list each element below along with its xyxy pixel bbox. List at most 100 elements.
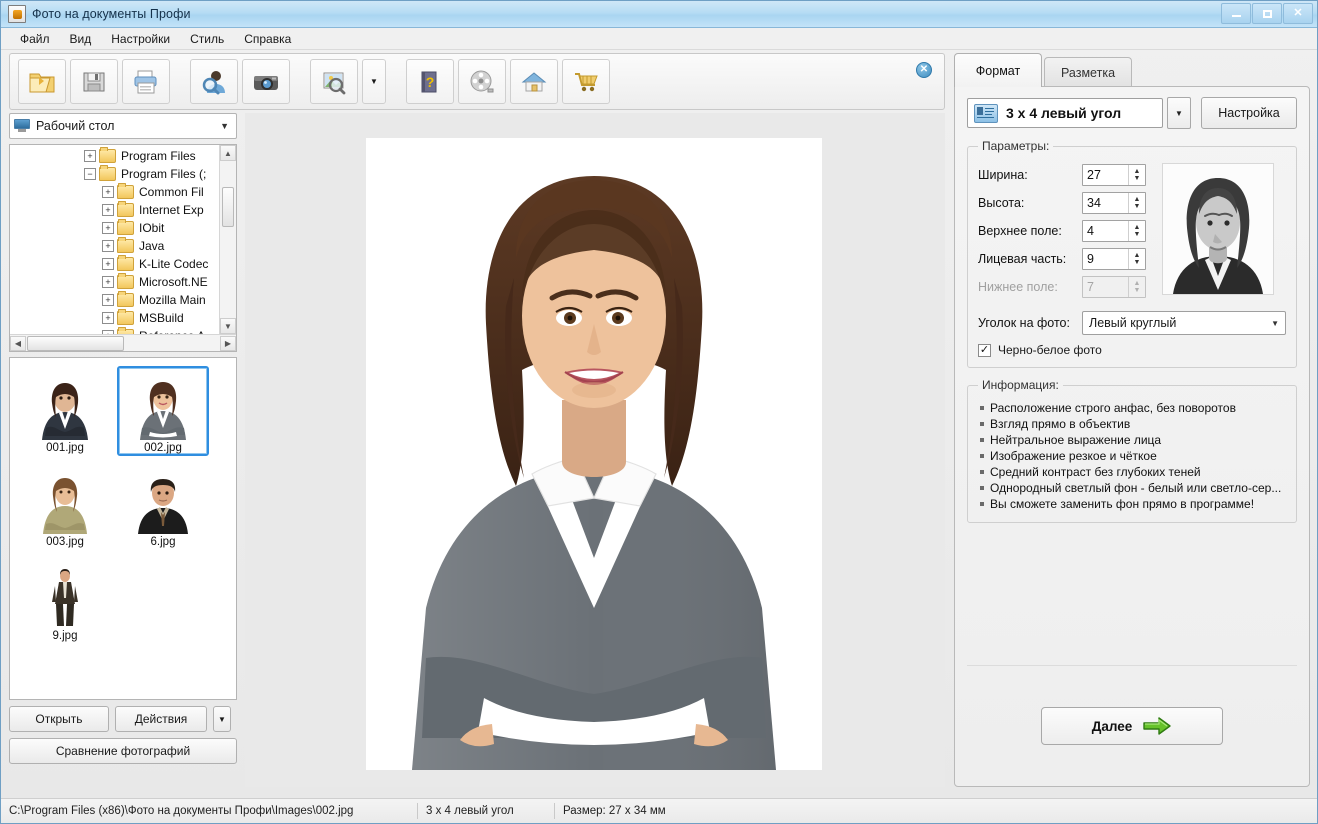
spinner-arrows[interactable]: ▲▼ (1128, 221, 1145, 241)
parameter-label: Верхнее поле: (978, 224, 1082, 238)
scroll-down-arrow-icon[interactable]: ▼ (220, 318, 236, 334)
parameter-label: Высота: (978, 196, 1082, 210)
scroll-right-arrow-icon[interactable]: ▶ (220, 336, 236, 351)
expand-toggle-icon[interactable]: + (102, 294, 114, 306)
close-icon[interactable]: ✕ (916, 62, 932, 78)
spinner-down-icon[interactable]: ▼ (1134, 260, 1141, 266)
tree-item[interactable]: +Java (10, 237, 219, 255)
menu-view[interactable]: Вид (61, 30, 101, 48)
spinner-arrows[interactable]: ▲▼ (1128, 249, 1145, 269)
home-icon[interactable] (510, 59, 558, 104)
information-item: Изображение резкое и чёткое (978, 448, 1286, 464)
expand-toggle-icon[interactable]: + (102, 222, 114, 234)
expand-toggle-icon[interactable]: + (102, 240, 114, 252)
person-search-icon[interactable] (190, 59, 238, 104)
save-floppy-icon[interactable] (70, 59, 118, 104)
format-combobox[interactable]: 3 x 4 левый угол (967, 98, 1163, 128)
image-zoom-dropdown-caret[interactable]: ▼ (362, 59, 386, 104)
minimize-button[interactable] (1221, 3, 1251, 24)
expand-toggle-icon[interactable]: + (102, 204, 114, 216)
tree-indent (10, 237, 102, 255)
bw-checkbox[interactable]: ✓ (978, 344, 991, 357)
actions-button[interactable]: Действия (115, 706, 207, 732)
corner-combobox[interactable]: Левый круглый ▼ (1082, 311, 1286, 335)
open-button[interactable]: Открыть (9, 706, 109, 732)
expand-toggle-icon[interactable]: + (102, 258, 114, 270)
thumbnail-item[interactable]: 9.jpg (19, 554, 111, 644)
spinner-up-icon[interactable]: ▲ (1134, 225, 1141, 231)
tree-indent (10, 255, 102, 273)
format-dropdown-caret[interactable]: ▼ (1167, 97, 1191, 129)
tree-item[interactable]: −Program Files (; (10, 165, 219, 183)
parameter-spinner[interactable]: 34▲▼ (1082, 192, 1146, 214)
expand-toggle-icon[interactable]: + (102, 276, 114, 288)
print-icon[interactable] (122, 59, 170, 104)
next-button[interactable]: Далее (1041, 707, 1223, 745)
parameter-value[interactable]: 9 (1083, 249, 1128, 269)
parameter-value[interactable]: 4 (1083, 221, 1128, 241)
thumbnail-item[interactable]: 6.jpg (117, 460, 209, 550)
menu-help[interactable]: Справка (235, 30, 300, 48)
next-button-area: Далее (967, 665, 1297, 786)
window-controls: ✕ (1221, 3, 1313, 24)
bw-checkbox-row[interactable]: ✓ Черно-белое фото (978, 343, 1286, 357)
expand-toggle-icon[interactable]: + (84, 150, 96, 162)
compare-photos-button[interactable]: Сравнение фотографий (9, 738, 237, 764)
spinner-arrows[interactable]: ▲▼ (1128, 193, 1145, 213)
close-button[interactable]: ✕ (1283, 3, 1313, 24)
actions-dropdown-caret[interactable]: ▼ (213, 706, 231, 732)
tree-vertical-scrollbar[interactable]: ▲ ▼ (219, 145, 236, 351)
folder-tree[interactable]: +Program Files−Program Files (;+Common F… (9, 144, 237, 352)
thumbnail-item[interactable]: 003.jpg (19, 460, 111, 550)
main-photo[interactable] (366, 138, 822, 770)
tree-item[interactable]: +MSBuild (10, 309, 219, 327)
help-book-icon[interactable]: ? (406, 59, 454, 104)
spinner-down-icon[interactable]: ▼ (1134, 232, 1141, 238)
tree-item[interactable]: +Mozilla Main (10, 291, 219, 309)
tree-item[interactable]: +Microsoft.NE (10, 273, 219, 291)
tree-item[interactable]: +Internet Exp (10, 201, 219, 219)
tree-item[interactable]: +Common Fil (10, 183, 219, 201)
menu-settings[interactable]: Настройки (102, 30, 179, 48)
hscroll-thumb[interactable] (27, 336, 124, 351)
expand-toggle-icon[interactable]: + (102, 312, 114, 324)
tab-layout[interactable]: Разметка (1044, 57, 1132, 87)
scroll-left-arrow-icon[interactable]: ◀ (10, 336, 26, 351)
thumbnail-item[interactable]: 002.jpg (117, 366, 209, 456)
open-folder-icon[interactable] (18, 59, 66, 104)
tree-item[interactable]: +K-Lite Codec (10, 255, 219, 273)
tab-format[interactable]: Формат (954, 53, 1042, 87)
spinner-up-icon[interactable]: ▲ (1134, 169, 1141, 175)
camera-icon[interactable] (242, 59, 290, 104)
parameter-spinner[interactable]: 27▲▼ (1082, 164, 1146, 186)
scroll-thumb[interactable] (222, 187, 234, 227)
tree-indent (10, 219, 102, 237)
image-zoom-icon[interactable] (310, 59, 358, 104)
location-combobox[interactable]: Рабочий стол ▼ (9, 113, 237, 139)
tree-horizontal-scrollbar[interactable]: ◀ ▶ (10, 334, 236, 351)
setup-button[interactable]: Настройка (1201, 97, 1297, 129)
parameter-spinner[interactable]: 9▲▼ (1082, 248, 1146, 270)
maximize-button[interactable] (1252, 3, 1282, 24)
thumbnail-item[interactable]: 001.jpg (19, 366, 111, 456)
parameter-value[interactable]: 34 (1083, 193, 1128, 213)
parameter-value[interactable]: 27 (1083, 165, 1128, 185)
spinner-down-icon[interactable]: ▼ (1134, 204, 1141, 210)
information-item: Средний контраст без глубоких теней (978, 464, 1286, 480)
menu-style[interactable]: Стиль (181, 30, 233, 48)
menu-file[interactable]: Файл (11, 30, 59, 48)
tree-item[interactable]: +Program Files (10, 147, 219, 165)
cart-icon[interactable] (562, 59, 610, 104)
thumbnail-filename: 9.jpg (53, 630, 78, 642)
tree-item[interactable]: +IObit (10, 219, 219, 237)
corner-label: Уголок на фото: (978, 316, 1082, 330)
parameter-spinner[interactable]: 4▲▼ (1082, 220, 1146, 242)
scroll-up-arrow-icon[interactable]: ▲ (220, 145, 236, 161)
spinner-up-icon[interactable]: ▲ (1134, 253, 1141, 259)
film-reel-icon[interactable] (458, 59, 506, 104)
spinner-down-icon[interactable]: ▼ (1134, 176, 1141, 182)
spinner-arrows[interactable]: ▲▼ (1128, 165, 1145, 185)
collapse-toggle-icon[interactable]: − (84, 168, 96, 180)
expand-toggle-icon[interactable]: + (102, 186, 114, 198)
spinner-up-icon[interactable]: ▲ (1134, 197, 1141, 203)
